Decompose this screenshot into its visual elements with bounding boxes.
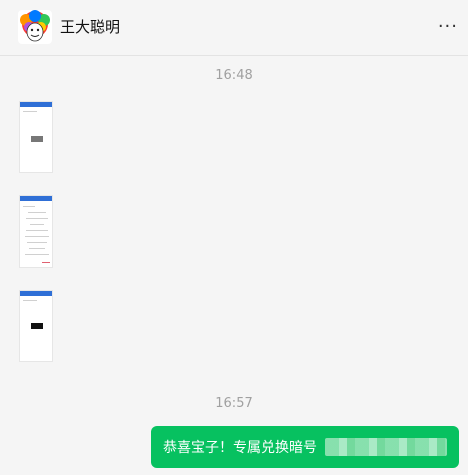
thumb-text-line bbox=[42, 262, 50, 263]
image-message[interactable] bbox=[19, 290, 53, 362]
message-timestamp: 16:48 bbox=[215, 68, 253, 83]
thumb-titlebar bbox=[20, 102, 52, 107]
avatar[interactable] bbox=[18, 10, 52, 44]
thumb-text-line bbox=[30, 224, 44, 225]
thumb-text-line bbox=[28, 212, 46, 213]
thumb-text-line bbox=[23, 206, 35, 207]
avatar-clown-icon bbox=[20, 10, 50, 42]
thumb-text-line bbox=[27, 242, 47, 243]
thumb-text-line bbox=[23, 300, 37, 301]
thumb-text-line bbox=[25, 236, 49, 237]
message-timestamp: 16:57 bbox=[215, 396, 253, 411]
thumb-text-line bbox=[23, 111, 37, 112]
thumb-text-line bbox=[26, 230, 48, 231]
thumb-titlebar bbox=[20, 196, 52, 201]
more-options-button[interactable]: ··· bbox=[438, 16, 458, 37]
contact-name: 王大聪明 bbox=[60, 18, 121, 36]
redacted-code bbox=[325, 438, 447, 456]
outgoing-message-bubble[interactable]: 恭喜宝子！专属兑换暗号 bbox=[151, 426, 459, 468]
image-message[interactable] bbox=[19, 195, 53, 268]
thumb-text-line bbox=[29, 248, 45, 249]
thumb-button bbox=[31, 136, 43, 142]
thumb-text-line bbox=[25, 254, 49, 255]
thumb-button bbox=[31, 323, 43, 329]
thumb-titlebar bbox=[20, 291, 52, 296]
message-text: 恭喜宝子！专属兑换暗号 bbox=[163, 440, 317, 456]
chat-header: 王大聪明 ··· bbox=[0, 0, 468, 56]
thumb-text-line bbox=[26, 218, 48, 219]
image-message[interactable] bbox=[19, 101, 53, 173]
